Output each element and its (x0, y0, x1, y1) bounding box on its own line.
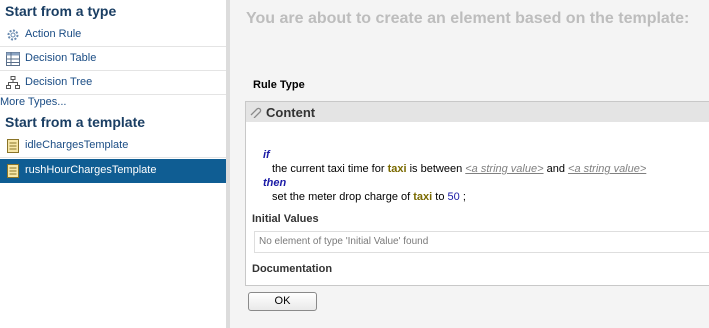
initial-values-box: No element of type 'Initial Value' found (254, 231, 709, 253)
type-item-action-rule[interactable]: Action Rule (0, 23, 226, 47)
gear-icon (7, 29, 19, 41)
rule-action-line: set the meter drop charge of taxi to 50 … (272, 191, 466, 203)
rule-condition-line: the current taxi time for taxi is betwee… (272, 163, 646, 175)
template-item-rush-hour-charges[interactable]: rushHourChargesTemplate (0, 159, 226, 183)
type-item-label: Action Rule (25, 28, 82, 40)
template-item-idle-charges[interactable]: idleChargesTemplate (0, 134, 226, 158)
variable-taxi[interactable]: taxi (388, 163, 407, 175)
initial-values-label: Initial Values (252, 213, 319, 225)
variable-taxi[interactable]: taxi (413, 191, 432, 203)
type-item-decision-table[interactable]: Decision Table (0, 47, 226, 71)
ok-button[interactable]: OK (248, 292, 317, 311)
number-value[interactable]: 50 (448, 191, 460, 203)
initial-values-empty-text: No element of type 'Initial Value' found (259, 236, 429, 247)
rule-then-line: then (263, 177, 286, 189)
string-placeholder[interactable]: <a string value> (465, 163, 543, 175)
condition-text: and (546, 163, 565, 175)
template-icon (7, 164, 19, 178)
type-item-label: Decision Table (25, 52, 97, 64)
template-item-label: idleChargesTemplate (25, 139, 129, 151)
page-title: You are about to create an element based… (246, 10, 690, 27)
then-keyword: then (263, 177, 287, 189)
left-panel: Start from a type Action Rule Decision T… (0, 0, 226, 328)
tree-icon (6, 76, 20, 89)
action-text: ; (462, 191, 466, 203)
rule-if-line: if (263, 149, 270, 161)
action-text: set the meter drop charge of (272, 191, 411, 203)
main-panel: You are about to create an element based… (230, 0, 709, 328)
condition-text: is between (409, 163, 463, 175)
content-panel: Content if the current taxi time for tax… (245, 101, 709, 286)
type-item-label: Decision Tree (25, 76, 93, 88)
string-placeholder[interactable]: <a string value> (568, 163, 646, 175)
template-icon (7, 139, 19, 153)
type-item-decision-tree[interactable]: Decision Tree (0, 71, 226, 95)
content-panel-header[interactable]: Content (246, 102, 709, 122)
documentation-label: Documentation (252, 263, 333, 275)
if-keyword: if (263, 149, 270, 161)
paperclip-icon (250, 107, 262, 118)
templates-section-title: Start from a template (5, 114, 146, 130)
condition-text: the current taxi time for (272, 163, 385, 175)
content-panel-title: Content (266, 105, 316, 120)
action-text: to (435, 191, 445, 203)
more-types-link[interactable]: More Types... (0, 96, 66, 108)
template-item-label: rushHourChargesTemplate (25, 164, 157, 176)
types-section-title: Start from a type (5, 3, 117, 19)
table-icon (6, 52, 20, 66)
rule-type-label: Rule Type (253, 79, 305, 91)
